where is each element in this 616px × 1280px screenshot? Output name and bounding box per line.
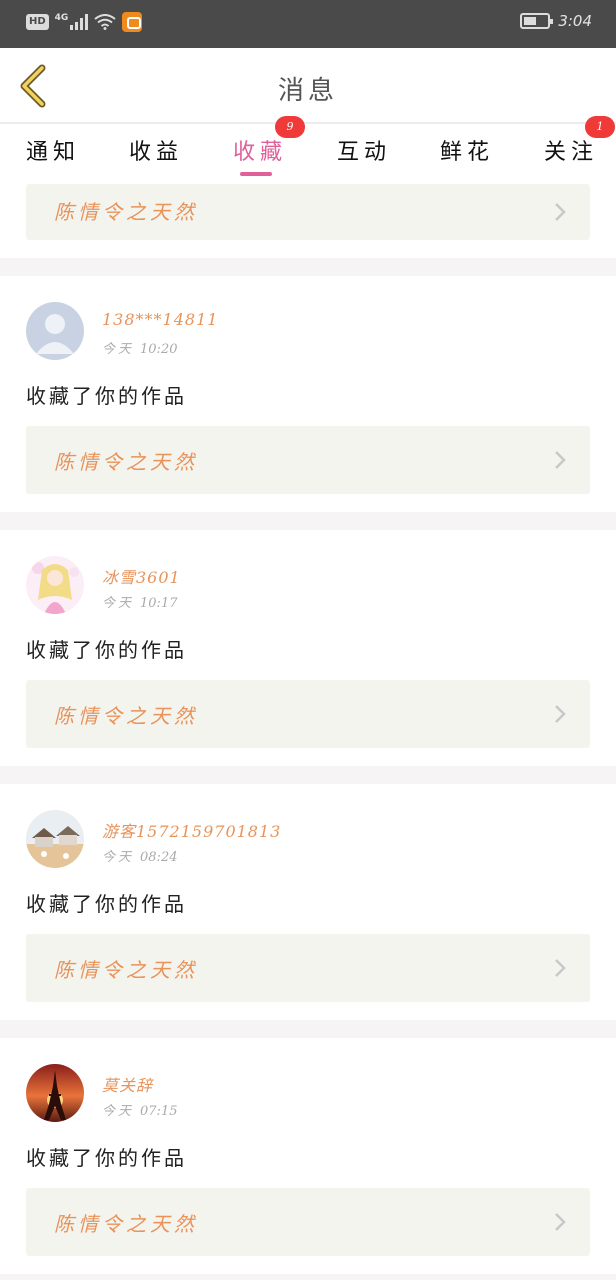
cartoon-scene-avatar-icon: [26, 810, 84, 868]
chevron-right-icon: [555, 705, 566, 723]
work-link[interactable]: 陈情令之天然: [26, 934, 590, 1002]
work-link[interactable]: 陈情令之天然: [26, 184, 590, 240]
following-count-badge: 1: [585, 116, 615, 138]
message-card: 冰雪3601 今天 10:17 收藏了你的作品 陈情令之天然: [0, 530, 616, 766]
clock: 3:04: [558, 12, 592, 30]
message-card: 莫关辞 今天 07:15 收藏了你的作品 陈情令之天然: [0, 1038, 616, 1274]
chevron-right-icon: [555, 203, 566, 221]
work-title: 陈情令之天然: [54, 958, 198, 982]
avatar[interactable]: [26, 556, 84, 614]
page-title: 消息: [277, 76, 338, 106]
network-type: 4G: [54, 13, 69, 23]
tab-interactions[interactable]: 互动: [337, 134, 391, 166]
tab-bar: 通知 收益 收藏 互动 鲜花 关注 9 1: [0, 116, 616, 184]
action-text: 收藏了你的作品: [26, 1146, 187, 1170]
timestamp: 今天 08:24: [102, 850, 178, 865]
status-left: HD 4G: [26, 12, 143, 32]
status-right: 3:04: [520, 12, 592, 30]
default-avatar-icon: [26, 302, 84, 360]
tab-favorites[interactable]: 收藏: [233, 134, 287, 166]
status-bar: HD 4G 3:04: [0, 0, 616, 48]
timestamp: 今天 10:17: [102, 596, 178, 611]
avatar[interactable]: [26, 302, 84, 360]
avatar[interactable]: [26, 1064, 84, 1122]
divider: [0, 1020, 616, 1038]
tab-flowers[interactable]: 鲜花: [440, 134, 494, 166]
tab-earnings[interactable]: 收益: [129, 134, 183, 166]
user-name[interactable]: 游客1572159701813: [102, 818, 281, 842]
anime-girl-avatar-icon: [26, 556, 84, 614]
work-title: 陈情令之天然: [54, 704, 198, 728]
action-text: 收藏了你的作品: [26, 892, 187, 916]
header: 消息: [0, 48, 616, 124]
work-title: 陈情令之天然: [54, 1212, 198, 1236]
work-link[interactable]: 陈情令之天然: [26, 426, 590, 494]
divider: [0, 766, 616, 784]
chevron-right-icon: [555, 959, 566, 977]
app-notification-icon: [122, 12, 143, 32]
divider: [0, 512, 616, 530]
action-text: 收藏了你的作品: [26, 638, 187, 662]
work-title: 陈情令之天然: [54, 200, 198, 224]
wifi-icon: [94, 14, 116, 30]
divider: [0, 258, 616, 276]
chevron-right-icon: [555, 1213, 566, 1231]
user-name[interactable]: 莫关辞: [102, 1072, 153, 1096]
work-title: 陈情令之天然: [54, 450, 198, 474]
active-tab-indicator: [240, 172, 272, 176]
signal-icon: [70, 14, 89, 30]
user-name[interactable]: 冰雪3601: [102, 564, 181, 588]
message-card: 游客1572159701813 今天 08:24 收藏了你的作品 陈情令之天然: [0, 784, 616, 1020]
divider: [0, 1274, 616, 1280]
battery-icon: [520, 13, 554, 29]
timestamp: 今天 07:15: [102, 1104, 178, 1119]
action-text: 收藏了你的作品: [26, 384, 187, 408]
work-link[interactable]: 陈情令之天然: [26, 680, 590, 748]
tab-notifications[interactable]: 通知: [26, 134, 80, 166]
user-name[interactable]: 138***14811: [102, 310, 218, 329]
timestamp: 今天 10:20: [102, 342, 178, 357]
eiffel-tower-avatar-icon: [26, 1064, 84, 1122]
favorites-count-badge: 9: [275, 116, 305, 138]
avatar[interactable]: [26, 810, 84, 868]
hd-indicator: HD: [26, 14, 49, 30]
message-card: 138***14811 今天 10:20 收藏了你的作品 陈情令之天然: [0, 276, 616, 512]
chevron-right-icon: [555, 451, 566, 469]
tab-following[interactable]: 关注: [544, 134, 598, 166]
work-link[interactable]: 陈情令之天然: [26, 1188, 590, 1256]
